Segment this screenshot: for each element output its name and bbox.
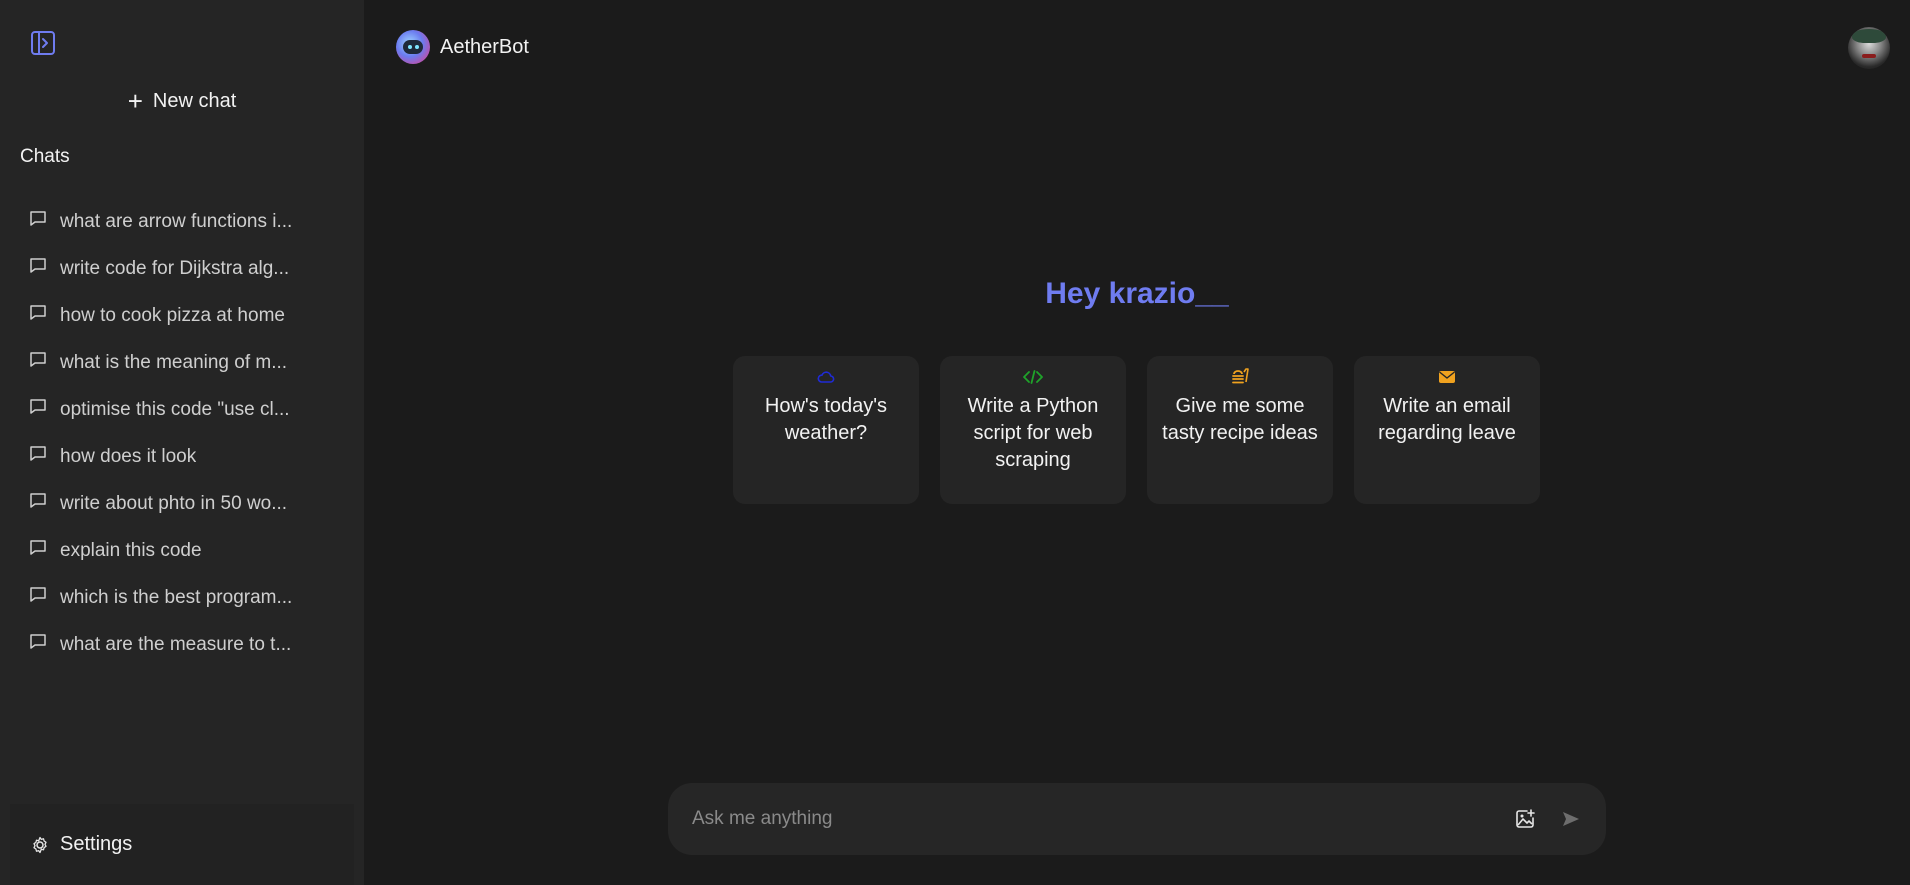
list-item[interactable]: what are arrow functions i... xyxy=(28,198,348,245)
chats-heading: Chats xyxy=(20,146,70,167)
sidebar-toggle-button[interactable] xyxy=(29,29,57,57)
code-icon xyxy=(1023,367,1043,387)
brand-name: AetherBot xyxy=(440,35,529,58)
message-icon xyxy=(30,398,46,414)
list-item[interactable]: write code for Dijkstra alg... xyxy=(28,245,348,292)
greeting: Hey krazio__ xyxy=(1045,277,1229,310)
send-button[interactable] xyxy=(1556,804,1586,834)
message-icon xyxy=(30,539,46,555)
new-chat-button[interactable]: + New chat xyxy=(0,84,364,118)
new-chat-label: New chat xyxy=(152,89,237,112)
suggestion-cards: How's today's weather? Write a Python sc… xyxy=(733,356,1540,504)
chat-list: what are arrow functions i... write code… xyxy=(28,198,348,668)
image-add-button[interactable] xyxy=(1510,804,1540,834)
list-item[interactable]: explain this code xyxy=(28,527,348,574)
settings-label: Settings xyxy=(60,833,133,855)
list-item[interactable]: write about phto in 50 wo... xyxy=(28,480,348,527)
card-text: Write an email regarding leave xyxy=(1378,395,1516,444)
message-icon xyxy=(30,586,46,602)
list-item[interactable]: which is the best program... xyxy=(28,574,348,621)
bot-avatar xyxy=(396,30,430,64)
cloud-icon xyxy=(816,367,836,387)
chat-item-label: what are arrow functions i... xyxy=(60,210,293,232)
card-text: How's today's weather? xyxy=(764,395,888,444)
chat-item-label: what is the meaning of m... xyxy=(60,351,288,373)
message-icon xyxy=(30,445,46,461)
chat-item-label: how does it look xyxy=(60,445,197,467)
chat-item-label: how to cook pizza at home xyxy=(60,304,285,326)
settings-button[interactable]: Settings xyxy=(10,804,354,885)
brand: AetherBot xyxy=(396,30,529,64)
chat-item-label: write about phto in 50 wo... xyxy=(60,492,288,514)
message-icon xyxy=(30,633,46,649)
message-icon xyxy=(30,492,46,508)
message-icon xyxy=(30,351,46,367)
list-item[interactable]: how to cook pizza at home xyxy=(28,292,348,339)
chat-item-label: optimise this code "use cl... xyxy=(60,398,290,420)
sidebar-toggle-icon xyxy=(31,31,55,55)
send-icon xyxy=(1563,812,1579,826)
suggestion-card-email[interactable]: Write an email regarding leave xyxy=(1354,356,1540,504)
chat-item-label: write code for Dijkstra alg... xyxy=(60,257,290,279)
list-item[interactable]: how does it look xyxy=(28,433,348,480)
chat-item-label: which is the best program... xyxy=(60,586,293,608)
mail-icon xyxy=(1437,367,1457,387)
message-icon xyxy=(30,210,46,226)
suggestion-card-python[interactable]: Write a Python script for web scraping xyxy=(940,356,1126,504)
avatar[interactable] xyxy=(1848,27,1890,69)
gear-icon xyxy=(33,836,47,853)
chat-item-label: what are the measure to t... xyxy=(60,633,292,655)
message-icon xyxy=(30,257,46,273)
list-item[interactable]: what are the measure to t... xyxy=(28,621,348,668)
plus-icon: + xyxy=(127,86,143,116)
message-input[interactable] xyxy=(692,808,1494,830)
chat-composer xyxy=(668,783,1606,855)
list-item[interactable]: what is the meaning of m... xyxy=(28,339,348,386)
burger-icon xyxy=(1230,367,1250,387)
card-text: Write a Python script for web scraping xyxy=(967,395,1099,471)
sidebar: + New chat Chats what are arrow function… xyxy=(0,0,364,885)
chat-item-label: explain this code xyxy=(60,539,202,561)
suggestion-card-weather[interactable]: How's today's weather? xyxy=(733,356,919,504)
suggestion-card-recipe[interactable]: Give me some tasty recipe ideas xyxy=(1147,356,1333,504)
main-area: AetherBot Hey krazio__ How's today's wea… xyxy=(364,0,1910,885)
card-text: Give me some tasty recipe ideas xyxy=(1162,395,1318,444)
list-item[interactable]: optimise this code "use cl... xyxy=(28,386,348,433)
image-add-icon xyxy=(1516,809,1535,828)
message-icon xyxy=(30,304,46,320)
